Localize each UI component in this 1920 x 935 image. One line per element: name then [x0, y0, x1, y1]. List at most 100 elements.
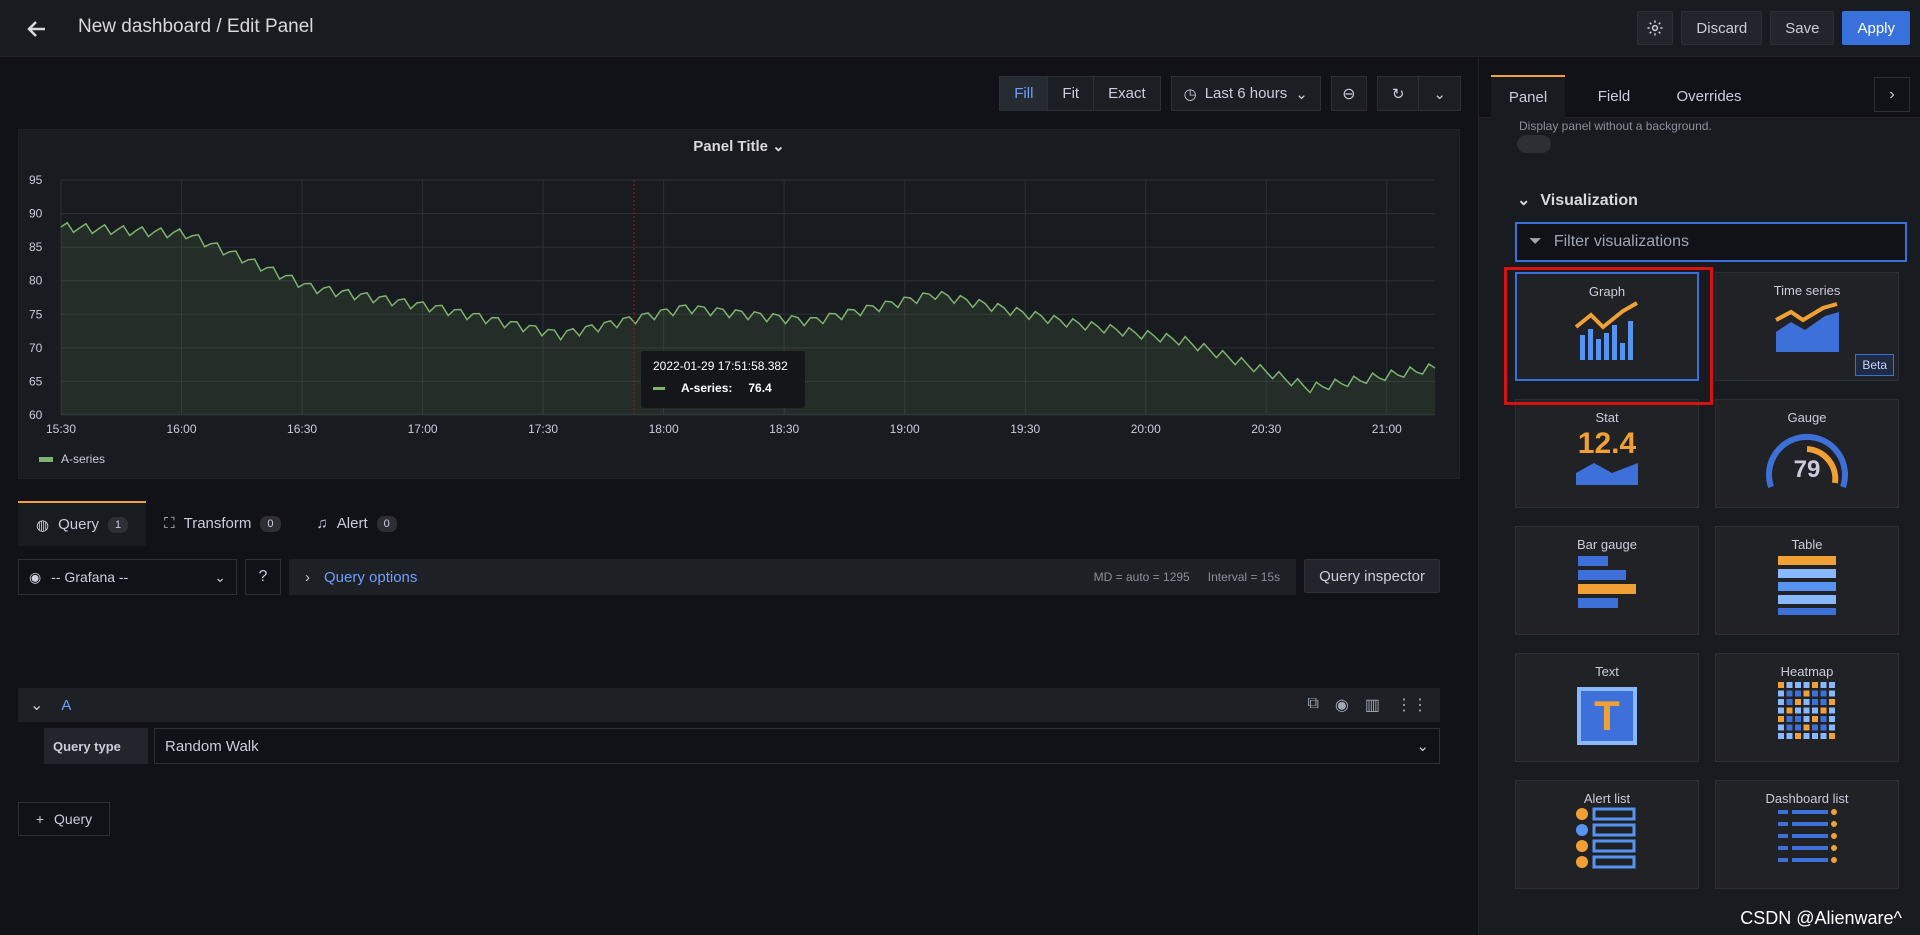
tab-transform[interactable]: ⛶ Transform 0	[146, 501, 298, 546]
heatmap-cell	[1778, 699, 1784, 705]
settings-button[interactable]	[1637, 11, 1674, 45]
chevron-right-icon: ›	[305, 568, 310, 586]
heatmap-cell	[1820, 724, 1827, 731]
heatmap-cell	[1786, 707, 1793, 714]
heatmap-cell	[1812, 716, 1818, 722]
transparent-toggle[interactable]	[1517, 135, 1551, 153]
gauge-value: 79	[1793, 456, 1821, 483]
heatmap-cell	[1795, 682, 1801, 688]
text-card[interactable]: Text T	[1515, 653, 1699, 762]
heatmap-cell	[1795, 716, 1801, 722]
apply-button[interactable]: Apply	[1842, 11, 1910, 45]
transparent-description: Display panel without a background.	[1519, 119, 1712, 133]
time-range-picker[interactable]: ◷ Last 6 hours ⌄	[1170, 76, 1321, 111]
collapse-icon[interactable]: ⌄	[30, 695, 43, 715]
heatmap-cell	[1803, 682, 1810, 688]
refresh-interval-button[interactable]: ⌄	[1419, 77, 1460, 110]
heatmap-cell	[1778, 690, 1784, 697]
bar-gauge-card[interactable]: Bar gauge	[1515, 526, 1699, 635]
heatmap-cell	[1778, 724, 1784, 731]
tab-panel[interactable]: Panel	[1491, 74, 1565, 118]
visualization-filter-input[interactable]: ⏷ Filter visualizations	[1515, 222, 1907, 262]
area-icon	[1576, 463, 1638, 485]
add-query-button[interactable]: + Query	[18, 802, 110, 836]
legend-swatch	[39, 456, 53, 462]
beta-badge: Beta	[1855, 354, 1894, 376]
x-tick-label: 20:00	[1131, 422, 1161, 436]
discard-button[interactable]: Discard	[1681, 11, 1763, 45]
bar-gauge-icon	[1578, 556, 1636, 608]
zoom-out-button[interactable]: ⊖	[1330, 76, 1367, 111]
time-range-label: Last 6 hours	[1204, 85, 1288, 102]
query-bar: ◉ -- Grafana -- ⌄ ? › Query options MD = a…	[18, 559, 1440, 595]
sidebar-tabs: Panel Field Overrides	[1479, 74, 1920, 118]
dashboard-list-card[interactable]: Dashboard list	[1715, 780, 1899, 889]
exact-mode-button[interactable]: Exact	[1094, 77, 1160, 110]
heatmap-cell	[1803, 733, 1810, 739]
heatmap-card[interactable]: Heatmap	[1715, 653, 1899, 762]
refresh-button[interactable]: ↻	[1378, 77, 1420, 110]
heatmap-cell	[1795, 724, 1801, 731]
heatmap-cell	[1812, 724, 1818, 731]
heatmap-cell	[1795, 690, 1801, 697]
line-chart: 60 65 70 75 80 85 90 95 15:30 16:00 16:30 17:00 17:3…	[29, 173, 1436, 436]
transform-count-badge: 0	[260, 515, 281, 532]
fill-mode-button[interactable]: Fill	[1000, 77, 1049, 110]
graph-card[interactable]: Graph	[1515, 272, 1699, 381]
table-card[interactable]: Table	[1715, 526, 1899, 635]
panel-title[interactable]: Panel Title ⌄	[19, 137, 1459, 155]
save-button[interactable]: Save	[1770, 11, 1835, 45]
alert-list-card[interactable]: Alert list	[1515, 780, 1699, 889]
watermark: CSDN @Alienware^	[1740, 908, 1902, 928]
x-tick-label: 21:00	[1372, 422, 1402, 436]
heatmap-cell	[1778, 707, 1784, 714]
heatmap-cell	[1778, 716, 1784, 722]
heatmap-cell	[1829, 699, 1835, 705]
x-tick-label: 18:30	[769, 422, 799, 436]
query-options[interactable]: › Query options MD = auto = 1295 Interval…	[289, 559, 1297, 595]
heatmap-cell	[1812, 690, 1818, 697]
sidebar-content: Display panel without a background. ⌄ Vis…	[1479, 118, 1920, 935]
heatmap-cell	[1795, 707, 1801, 714]
x-tick-label: 16:30	[287, 422, 317, 436]
heatmap-cell	[1786, 724, 1793, 731]
stat-card[interactable]: Stat 12.4	[1515, 399, 1699, 508]
heatmap-cell	[1778, 682, 1784, 688]
tab-query[interactable]: ◍ Query 1	[18, 501, 147, 546]
tab-field[interactable]: Field	[1577, 75, 1651, 118]
stat-value: 12.4	[1577, 427, 1637, 460]
fit-mode-button[interactable]: Fit	[1048, 77, 1095, 110]
heatmap-cell	[1829, 707, 1835, 714]
tooltip-time: 2022-01-29 17:51:58.382	[653, 359, 788, 373]
time-series-card[interactable]: Time series Beta	[1715, 272, 1899, 381]
gauge-card[interactable]: Gauge 79	[1715, 399, 1899, 508]
heatmap-cell	[1829, 733, 1835, 739]
chevron-down-icon: ⌄	[1416, 738, 1429, 755]
visualization-section[interactable]: ⌄ Visualization	[1517, 190, 1638, 210]
y-tick-label: 85	[29, 240, 43, 254]
heatmap-cell	[1829, 716, 1835, 722]
datasource-select[interactable]: ◉ -- Grafana -- ⌄	[18, 559, 237, 595]
y-tick-label: 60	[29, 408, 43, 422]
query-count-badge: 1	[107, 516, 129, 533]
drag-handle-icon[interactable]: ⋮⋮	[1396, 695, 1428, 715]
y-tick-label: 75	[29, 307, 43, 321]
copy-icon[interactable]: ⧉	[1307, 695, 1318, 715]
help-button[interactable]: ?	[245, 559, 281, 595]
query-type-row: Query type Random Walk ⌄	[44, 728, 1440, 764]
legend[interactable]: A-series	[39, 452, 105, 466]
query-type-select[interactable]: Random Walk ⌄	[154, 728, 1440, 764]
eye-icon[interactable]: ◉	[1335, 695, 1349, 715]
refresh-group: ↻ ⌄	[1376, 76, 1461, 111]
alert-count-badge: 0	[376, 515, 397, 532]
trash-icon[interactable]: ▥	[1365, 695, 1380, 715]
collapse-sidebar-button[interactable]: ›	[1874, 77, 1910, 112]
chevron-down-icon: ⌄	[1295, 85, 1308, 103]
back-arrow-icon[interactable]	[22, 14, 52, 44]
transform-icon: ⛶	[164, 515, 175, 532]
hover-tooltip: 2022-01-29 17:51:58.382 A-series: 76.4	[641, 351, 805, 408]
tab-alert[interactable]: ♫ Alert 0	[299, 501, 415, 546]
query-inspector-button[interactable]: Query inspector	[1304, 559, 1440, 593]
tab-overrides[interactable]: Overrides	[1663, 75, 1755, 118]
heatmap-cell	[1803, 707, 1810, 714]
